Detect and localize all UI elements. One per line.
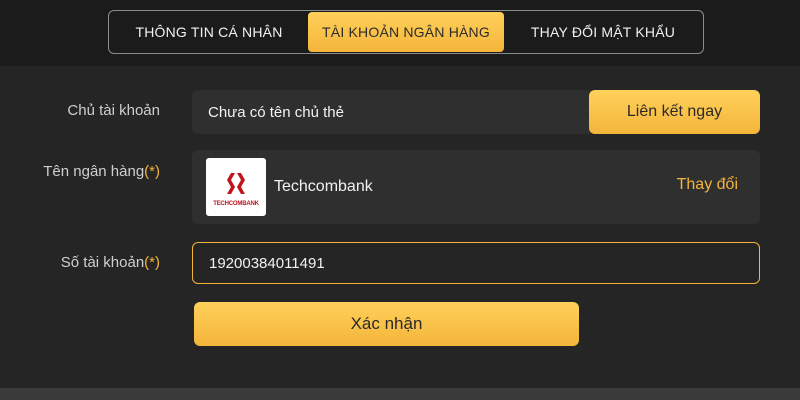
confirm-button[interactable]: Xác nhận [194,302,579,346]
change-bank-link[interactable]: Thay đổi [677,176,738,194]
account-number-input[interactable] [192,242,760,284]
tab-change-password[interactable]: THAY ĐỔI MẬT KHẨU [504,12,702,52]
bank-selector: TECHCOMBANK Techcombank Thay đổi [192,150,760,224]
bank-logo-wordmark: TECHCOMBANK [213,201,259,207]
required-marker: (*) [144,163,160,180]
tab-personal-info[interactable]: THÔNG TIN CÁ NHÂN [110,12,308,52]
bottom-divider [0,388,800,400]
required-marker: (*) [144,254,160,271]
tab-bank-account[interactable]: TÀI KHOẢN NGÂN HÀNG [308,12,504,52]
bank-name-value: Techcombank [274,178,373,195]
tab-bar: THÔNG TIN CÁ NHÂN TÀI KHOẢN NGÂN HÀNG TH… [108,10,704,54]
account-number-label: Số tài khoản(*) [60,254,160,271]
techcombank-logo-icon: TECHCOMBANK [206,158,266,216]
bank-name-label: Tên ngân hàng(*) [43,163,160,180]
link-now-button[interactable]: Liên kết ngay [589,90,760,134]
account-holder-value: Chưa có tên chủ thẻ [208,103,344,121]
account-holder-label: Chủ tài khoản [67,102,160,119]
